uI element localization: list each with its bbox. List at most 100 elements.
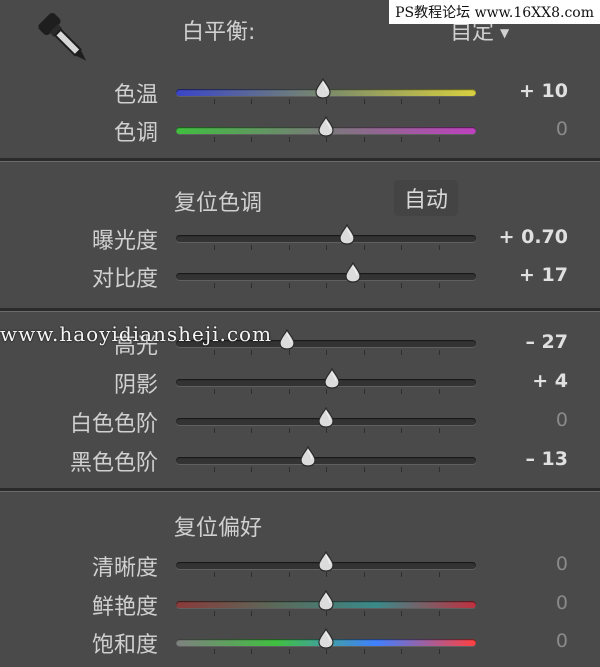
slider-tick <box>401 350 402 355</box>
section-divider-highlight <box>0 311 600 312</box>
slider-tick <box>251 137 252 142</box>
slider-tick <box>401 99 402 104</box>
slider-tick <box>438 649 440 654</box>
slider-tick <box>213 389 215 394</box>
auto-tone-button[interactable]: 自动 <box>394 180 459 216</box>
section-divider-highlight <box>0 161 600 162</box>
slider-ticks <box>176 350 476 355</box>
slider-tick <box>363 649 365 654</box>
slider-label: 色调 <box>113 121 158 146</box>
slider-tick <box>288 389 290 394</box>
slider-tick <box>288 467 290 472</box>
slider-tick <box>401 467 402 472</box>
slider-tick <box>363 137 365 142</box>
slider-tick <box>326 467 327 472</box>
slider-tick <box>363 389 365 394</box>
slider-label: 清晰度 <box>91 556 158 581</box>
slider-tick <box>401 649 402 654</box>
slider-label: 阴影 <box>113 373 158 398</box>
slider-value[interactable]: – 13 <box>525 448 568 470</box>
slider-value[interactable]: + 4 <box>532 370 568 392</box>
slider-tick <box>251 99 252 104</box>
slider-tick <box>213 611 215 616</box>
slider-value[interactable]: 0 <box>556 118 568 140</box>
slider-tick <box>401 428 402 433</box>
slider-tick <box>438 245 440 250</box>
slider-tick <box>288 137 290 142</box>
slider-track[interactable] <box>176 235 476 242</box>
slider-tick <box>213 428 215 433</box>
slider-value[interactable]: – 27 <box>525 331 568 353</box>
slider-tick <box>251 649 252 654</box>
slider-tick <box>401 245 402 250</box>
reset-tone-button[interactable]: 复位色调 <box>174 185 262 217</box>
slider-tick <box>363 245 365 250</box>
slider-tick <box>251 283 252 288</box>
slider-tick <box>438 611 440 616</box>
slider-label: 黑色色阶 <box>69 451 158 476</box>
slider-ticks <box>176 467 476 472</box>
slider-tick <box>438 283 440 288</box>
section-divider-highlight <box>0 491 600 492</box>
reset-presence-button[interactable]: 复位偏好 <box>174 510 262 542</box>
slider-tick <box>326 283 327 288</box>
slider-tick <box>251 467 252 472</box>
slider-tick <box>438 389 440 394</box>
eyedropper-tool[interactable] <box>20 6 110 80</box>
slider-tick <box>363 350 365 355</box>
slider-tick <box>401 572 402 577</box>
slider-tick <box>251 572 252 577</box>
slider-value[interactable]: + 17 <box>519 264 568 286</box>
slider-tick <box>363 428 365 433</box>
slider-tick <box>288 283 290 288</box>
slider-tick <box>288 428 290 433</box>
slider-value[interactable]: 0 <box>556 630 568 652</box>
eyedropper-icon <box>38 12 87 61</box>
slider-tick <box>213 245 215 250</box>
slider-track[interactable] <box>176 457 476 464</box>
slider-tick <box>213 649 215 654</box>
slider-tick <box>401 611 402 616</box>
slider-label: 对比度 <box>91 267 158 292</box>
slider-value[interactable]: 0 <box>556 592 568 614</box>
slider-tick <box>288 245 290 250</box>
slider-tick <box>213 283 215 288</box>
watermark-top: PS教程论坛 www.16XX8.com <box>389 0 600 24</box>
slider-tick <box>251 428 252 433</box>
slider-label: 色温 <box>113 83 158 108</box>
slider-tick <box>213 467 215 472</box>
slider-tick <box>213 350 215 355</box>
slider-tick <box>213 99 215 104</box>
slider-tick <box>213 137 215 142</box>
slider-value[interactable]: 0 <box>556 553 568 575</box>
slider-tick <box>213 572 215 577</box>
slider-tick <box>288 572 290 577</box>
slider-tick <box>251 350 252 355</box>
slider-value[interactable]: + 0.70 <box>499 226 568 248</box>
slider-tick <box>251 389 252 394</box>
slider-tick <box>326 245 327 250</box>
slider-value[interactable]: + 10 <box>519 80 568 102</box>
slider-tick <box>438 572 440 577</box>
slider-tick <box>363 572 365 577</box>
slider-tick <box>438 467 440 472</box>
slider-tick <box>363 467 365 472</box>
slider-tick <box>438 137 440 142</box>
slider-tick <box>251 245 252 250</box>
slider-track[interactable] <box>176 273 476 280</box>
slider-tick <box>251 611 252 616</box>
slider-value[interactable]: 0 <box>556 409 568 431</box>
slider-label: 饱和度 <box>91 633 158 658</box>
slider-tick <box>363 99 365 104</box>
slider-tick <box>401 283 402 288</box>
slider-ticks <box>176 283 476 288</box>
slider-label: 曝光度 <box>91 229 158 254</box>
slider-tick <box>438 428 440 433</box>
slider-label: 白色色阶 <box>69 412 158 437</box>
white-balance-title: 白平衡: <box>182 20 256 45</box>
slider-tick <box>438 99 440 104</box>
slider-ticks <box>176 245 476 250</box>
slider-tick <box>401 389 402 394</box>
slider-tick <box>363 611 365 616</box>
slider-tick <box>288 649 290 654</box>
